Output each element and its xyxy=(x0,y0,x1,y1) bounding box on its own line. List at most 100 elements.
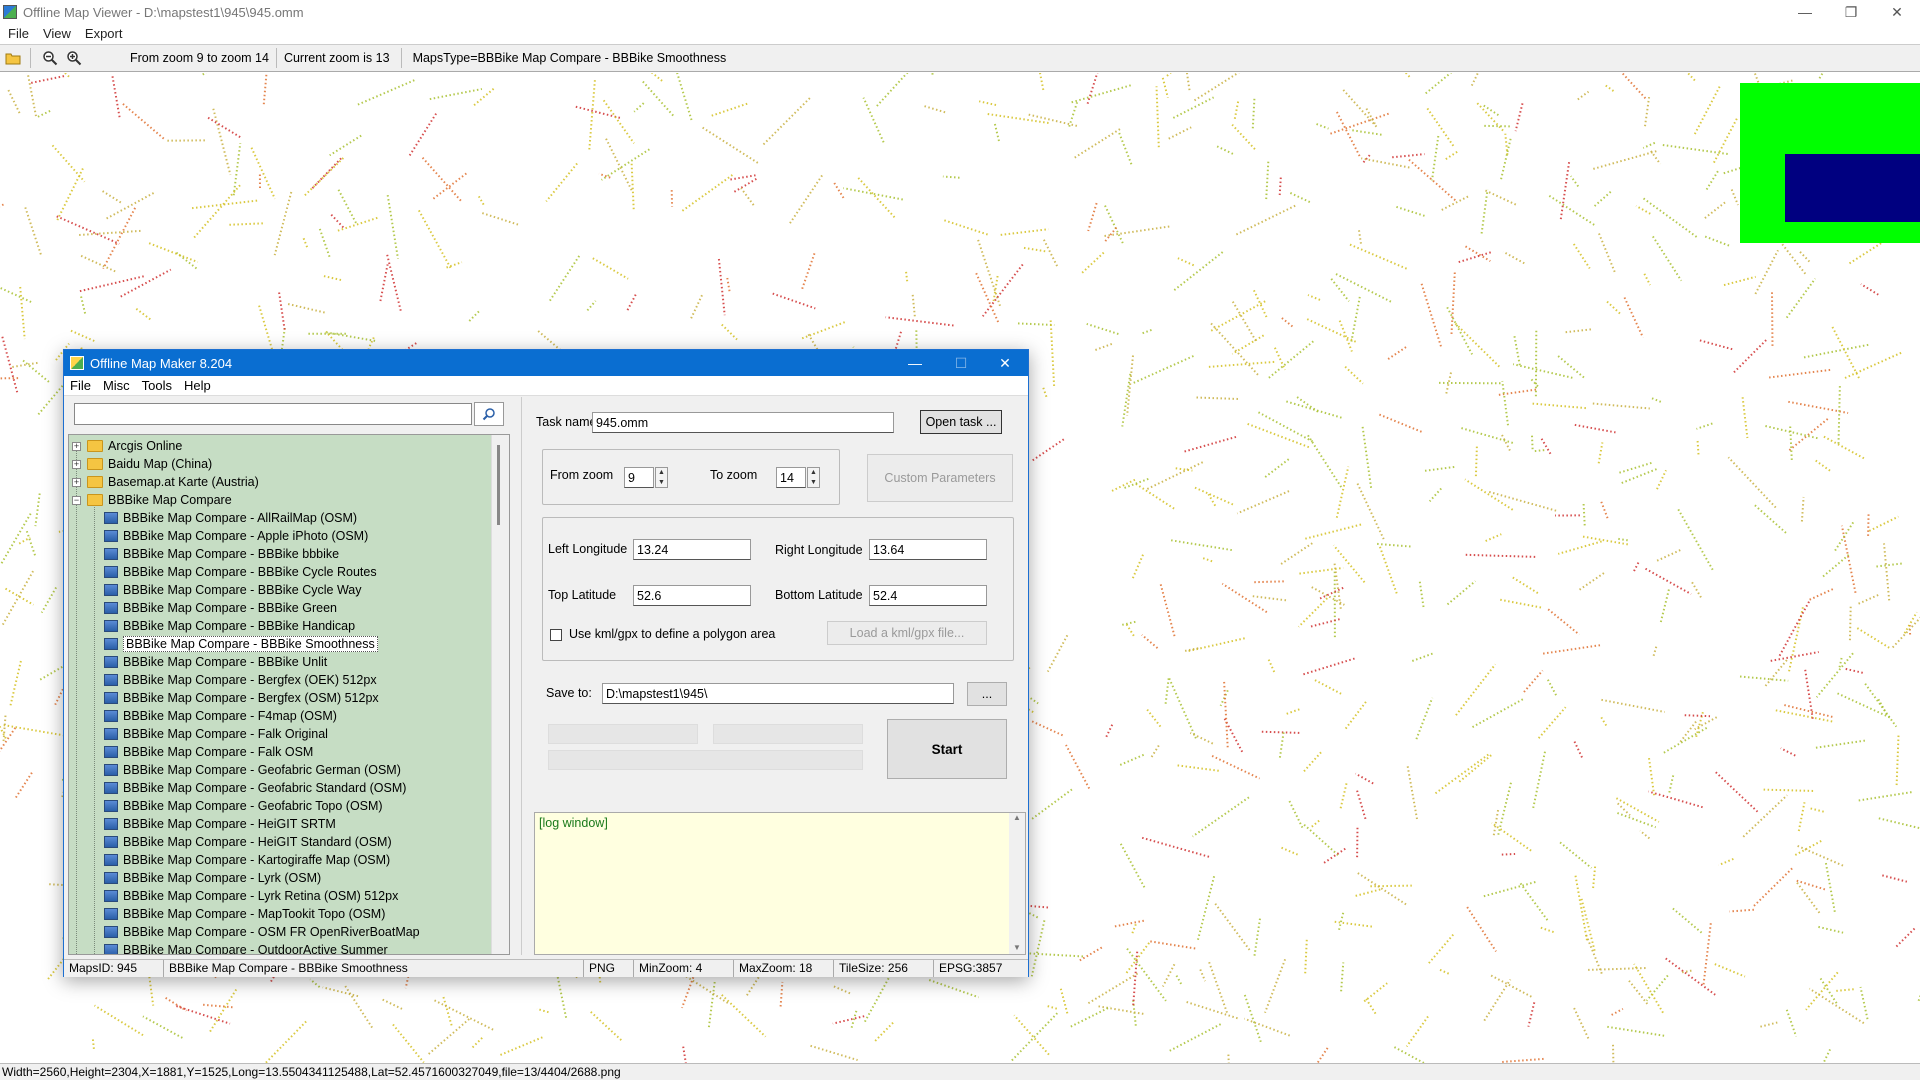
dialog-menu-misc[interactable]: Misc xyxy=(103,378,130,393)
tree-map-item-label: BBBike Map Compare - Lyrk (OSM) xyxy=(123,871,322,885)
tree-map-item[interactable]: BBBike Map Compare - BBBike bbbike xyxy=(104,545,339,563)
left-longitude-input[interactable] xyxy=(633,539,751,560)
open-task-button[interactable]: Open task ... xyxy=(920,410,1002,434)
menu-export[interactable]: Export xyxy=(85,26,123,41)
top-latitude-input[interactable] xyxy=(633,585,751,606)
map-icon xyxy=(104,656,118,668)
kml-polygon-checkbox[interactable] xyxy=(550,629,562,641)
tree-scrollbar[interactable] xyxy=(491,435,509,954)
zoom-in-icon[interactable] xyxy=(63,47,85,69)
custom-parameters-button[interactable]: Custom Parameters xyxy=(867,454,1013,502)
tree-map-item[interactable]: BBBike Map Compare - HeiGIT SRTM xyxy=(104,815,336,833)
tree-map-item[interactable]: BBBike Map Compare - BBBike Cycle Way xyxy=(104,581,362,599)
current-zoom-info: Current zoom is 13 xyxy=(283,51,390,65)
viewer-status-bar: Width=2560,Height=2304,X=1881,Y=1525,Lon… xyxy=(0,1063,1920,1080)
tree-map-item[interactable]: BBBike Map Compare - Lyrk Retina (OSM) 5… xyxy=(104,887,398,905)
tree-map-item[interactable]: BBBike Map Compare - Geofabric Topo (OSM… xyxy=(104,797,383,815)
log-window[interactable]: [log window] ▲ ▼ xyxy=(534,812,1026,955)
map-icon xyxy=(104,944,118,954)
tree-folder[interactable]: − BBBike Map Compare xyxy=(72,491,232,509)
bottom-latitude-input[interactable] xyxy=(869,585,987,606)
save-to-input[interactable] xyxy=(602,683,954,704)
dialog-menu-tools[interactable]: Tools xyxy=(142,378,172,393)
tree-map-item-label: BBBike Map Compare - Bergfex (OEK) 512px xyxy=(123,673,377,687)
tree-map-item[interactable]: BBBike Map Compare - BBBike Green xyxy=(104,599,337,617)
expand-icon[interactable]: + xyxy=(72,441,81,451)
tree-map-item-label: BBBike Map Compare - Bergfex (OSM) 512px xyxy=(123,691,379,705)
tree-scroll-thumb[interactable] xyxy=(497,445,500,525)
dialog-close-button[interactable]: ✕ xyxy=(982,350,1028,376)
tree-folder[interactable]: + Baidu Map (China) xyxy=(72,455,212,473)
map-icon xyxy=(104,782,118,794)
log-scrollbar[interactable]: ▲ ▼ xyxy=(1009,813,1025,954)
expand-icon[interactable]: + xyxy=(72,477,81,487)
tree-folder[interactable]: + Arcgis Online xyxy=(72,437,182,455)
left-longitude-label: Left Longitude xyxy=(548,542,628,556)
tree-map-item[interactable]: BBBike Map Compare - OSM FR OpenRiverBoa… xyxy=(104,923,420,941)
open-folder-icon[interactable] xyxy=(2,47,24,69)
tree-folder-label: Arcgis Online xyxy=(108,439,183,453)
tree-map-item[interactable]: BBBike Map Compare - Kartogiraffe Map (O… xyxy=(104,851,390,869)
tree-map-item[interactable]: BBBike Map Compare - Geofabric German (O… xyxy=(104,761,401,779)
to-zoom-input[interactable] xyxy=(776,467,806,488)
tree-map-item-label: BBBike Map Compare - BBBike Cycle Way xyxy=(123,583,362,597)
tree-map-item-label: BBBike Map Compare - BBBike Cycle Routes xyxy=(123,565,377,579)
tree-map-item[interactable]: BBBike Map Compare - BBBike Cycle Routes xyxy=(104,563,377,581)
tree-map-item[interactable]: BBBike Map Compare - Falk OSM xyxy=(104,743,313,761)
tree-map-item[interactable]: BBBike Map Compare - Geofabric Standard … xyxy=(104,779,406,797)
minimize-button[interactable]: — xyxy=(1782,0,1828,24)
tree-map-item[interactable]: BBBike Map Compare - F4map (OSM) xyxy=(104,707,337,725)
overview-map[interactable] xyxy=(1740,83,1920,243)
status-maps-name: BBBike Map Compare - BBBike Smoothness xyxy=(164,960,584,977)
tree-map-item[interactable]: BBBike Map Compare - AllRailMap (OSM) xyxy=(104,509,357,527)
dialog-title: Offline Map Maker 8.204 xyxy=(90,355,233,371)
pane-splitter[interactable] xyxy=(521,397,524,955)
tree-map-item[interactable]: BBBike Map Compare - MapTookit Topo (OSM… xyxy=(104,905,385,923)
load-kml-button[interactable]: Load a kml/gpx file... xyxy=(827,621,987,645)
map-icon xyxy=(104,854,118,866)
start-button[interactable]: Start xyxy=(887,719,1007,779)
zoom-out-icon[interactable] xyxy=(39,47,61,69)
tree-map-item-label: BBBike Map Compare - OutdoorActive Summe… xyxy=(123,943,388,955)
task-name-input[interactable] xyxy=(592,412,894,433)
tree-folder[interactable]: + Basemap.at Karte (Austria) xyxy=(72,473,259,491)
from-zoom-input[interactable] xyxy=(624,467,654,488)
task-settings-pane: Task name Open task ... From zoom ▲▼ To … xyxy=(530,397,1028,955)
expand-icon[interactable]: + xyxy=(72,459,81,469)
tree-guide-line xyxy=(94,499,95,954)
to-zoom-stepper[interactable]: ▲ ▼ xyxy=(807,467,820,488)
map-icon xyxy=(104,530,118,542)
close-button[interactable]: ✕ xyxy=(1874,0,1920,24)
tree-map-item-label: BBBike Map Compare - Geofabric Standard … xyxy=(123,781,407,795)
tree-guide-line xyxy=(76,445,77,954)
from-zoom-stepper[interactable]: ▲ ▼ xyxy=(655,467,668,488)
status-maps-id: MapsID: 945 xyxy=(64,960,164,977)
maps-tree[interactable]: + Arcgis Online + Baidu Map (China) + Basemap… xyxy=(68,434,510,955)
tree-map-item[interactable]: BBBike Map Compare - BBBike Handicap xyxy=(104,617,355,635)
task-name-label: Task name xyxy=(536,415,597,429)
map-icon xyxy=(104,890,118,902)
tree-map-item[interactable]: BBBike Map Compare - BBBike Unlit xyxy=(104,653,327,671)
tree-map-item[interactable]: BBBike Map Compare - Lyrk (OSM) xyxy=(104,869,321,887)
tree-map-item[interactable]: BBBike Map Compare - Bergfex (OEK) 512px xyxy=(104,671,377,689)
browse-folder-button[interactable]: ... xyxy=(967,682,1007,706)
dialog-menu-help[interactable]: Help xyxy=(184,378,211,393)
maps-search-input[interactable] xyxy=(74,403,472,425)
tree-map-item[interactable]: BBBike Map Compare - OutdoorActive Summe… xyxy=(104,941,388,955)
tree-map-item[interactable]: BBBike Map Compare - Apple iPhoto (OSM) xyxy=(104,527,368,545)
tree-map-item-label: BBBike Map Compare - Geofabric Topo (OSM… xyxy=(123,799,383,813)
menu-view[interactable]: View xyxy=(43,26,71,41)
tree-map-item-label: BBBike Map Compare - Kartogiraffe Map (O… xyxy=(123,853,391,867)
tree-map-item[interactable]: BBBike Map Compare - HeiGIT Standard (OS… xyxy=(104,833,392,851)
dialog-menu-file[interactable]: File xyxy=(70,378,91,393)
tree-map-item[interactable]: BBBike Map Compare - Falk Original xyxy=(104,725,328,743)
collapse-icon[interactable]: − xyxy=(72,495,81,505)
dialog-minimize-button[interactable]: — xyxy=(892,350,938,376)
maximize-button[interactable]: ❐ xyxy=(1828,0,1874,24)
tree-map-item[interactable]: BBBike Map Compare - BBBike Smoothness xyxy=(104,635,378,653)
right-longitude-input[interactable] xyxy=(869,539,987,560)
search-button[interactable] xyxy=(474,402,504,426)
menu-file[interactable]: File xyxy=(8,26,29,41)
overview-viewport[interactable] xyxy=(1785,154,1920,222)
tree-map-item[interactable]: BBBike Map Compare - Bergfex (OSM) 512px xyxy=(104,689,379,707)
